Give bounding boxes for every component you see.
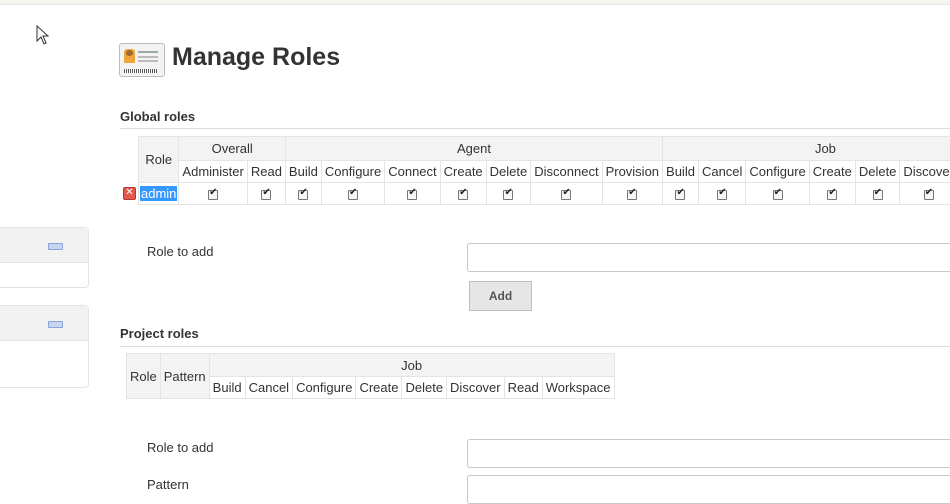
perm-agent-5: Disconnect [530, 160, 603, 183]
role-header: Role [126, 353, 161, 399]
side-panel-1 [0, 227, 89, 288]
permission-checkbox[interactable] [208, 187, 219, 200]
side-panel-header [0, 306, 88, 341]
group-job: Job [208, 353, 615, 377]
perm-cell [899, 182, 950, 205]
role-to-add-label: Role to add [147, 440, 214, 455]
permission-checkbox[interactable] [872, 187, 883, 200]
project-roles-table: Role Pattern Job Build Cancel Configure Cre… [126, 353, 615, 399]
perm-job-4: Delete [854, 160, 901, 183]
permission-checkbox[interactable] [261, 187, 272, 200]
perm-job-4: Delete [401, 376, 448, 399]
perm-job-1: Cancel [697, 160, 747, 183]
perm-cell [530, 182, 603, 205]
perm-cell [662, 182, 699, 205]
role-header: Role [137, 136, 180, 183]
divider [120, 346, 950, 347]
permission-checkbox[interactable] [827, 187, 838, 200]
pattern-input[interactable] [467, 475, 950, 504]
permission-checkbox[interactable] [627, 187, 638, 200]
permission-checkbox[interactable] [717, 187, 728, 200]
perm-overall-1: Read [246, 160, 286, 183]
permission-checkbox[interactable] [561, 187, 572, 200]
perm-job-0: Build [662, 160, 699, 183]
perm-agent-2: Connect [384, 160, 441, 183]
perm-cell [178, 182, 248, 205]
collapse-icon[interactable] [48, 243, 63, 250]
global-roles-title: Global roles [120, 109, 196, 124]
pattern-header: Pattern [159, 353, 210, 399]
delete-role-icon[interactable]: ✕ [123, 187, 136, 200]
mouse-cursor-icon [36, 25, 50, 45]
permission-checkbox[interactable] [458, 187, 469, 200]
perm-agent-1: Configure [320, 160, 386, 183]
global-roles-table: Role Overall Agent Job Administer Read Bui… [137, 136, 950, 205]
perm-agent-6: Provision [601, 160, 664, 183]
perm-cell [246, 182, 286, 205]
perm-cell [601, 182, 664, 205]
collapse-icon[interactable] [48, 321, 63, 328]
perm-cell [439, 182, 487, 205]
perm-job-3: Create [355, 376, 403, 399]
perm-job-2: Configure [292, 376, 357, 399]
side-panel-header [0, 228, 88, 263]
pattern-label: Pattern [147, 477, 189, 492]
perm-job-5: Discover [899, 160, 950, 183]
permission-checkbox[interactable] [503, 187, 514, 200]
perm-cell [808, 182, 856, 205]
permission-checkbox[interactable] [298, 187, 309, 200]
top-border [0, 0, 950, 5]
group-overall: Overall [178, 136, 286, 161]
permission-checkbox[interactable] [923, 187, 934, 200]
global-role-input[interactable] [467, 243, 950, 272]
permission-checkbox[interactable] [675, 187, 686, 200]
side-panel-2 [0, 305, 89, 388]
add-button[interactable]: Add [469, 281, 532, 311]
perm-agent-0: Build [284, 160, 322, 183]
perm-job-5: Discover [446, 376, 505, 399]
page-title: Manage Roles [172, 43, 341, 71]
perm-cell [697, 182, 747, 205]
permission-checkbox[interactable] [772, 187, 783, 200]
permission-checkbox[interactable] [407, 187, 418, 200]
perm-job-7: Workspace [541, 376, 615, 399]
perm-agent-3: Create [439, 160, 487, 183]
role-to-add-label: Role to add [147, 244, 214, 259]
perm-job-1: Cancel [244, 376, 294, 399]
perm-job-6: Read [503, 376, 543, 399]
perm-job-0: Build [208, 376, 246, 399]
id-card-icon [119, 43, 165, 77]
perm-job-3: Create [808, 160, 856, 183]
perm-agent-4: Delete [485, 160, 532, 183]
group-agent: Agent [284, 136, 664, 161]
project-roles-title: Project roles [120, 326, 199, 341]
permission-checkbox[interactable] [348, 187, 359, 200]
perm-cell [320, 182, 386, 205]
group-job: Job [662, 136, 950, 161]
perm-cell [854, 182, 901, 205]
role-name[interactable]: admin [137, 182, 180, 205]
perm-job-2: Configure [745, 160, 810, 183]
perm-cell [384, 182, 441, 205]
project-role-input[interactable] [467, 439, 950, 468]
perm-cell [485, 182, 532, 205]
divider [120, 128, 950, 129]
perm-cell [284, 182, 322, 205]
perm-overall-0: Administer [178, 160, 248, 183]
perm-cell [745, 182, 810, 205]
